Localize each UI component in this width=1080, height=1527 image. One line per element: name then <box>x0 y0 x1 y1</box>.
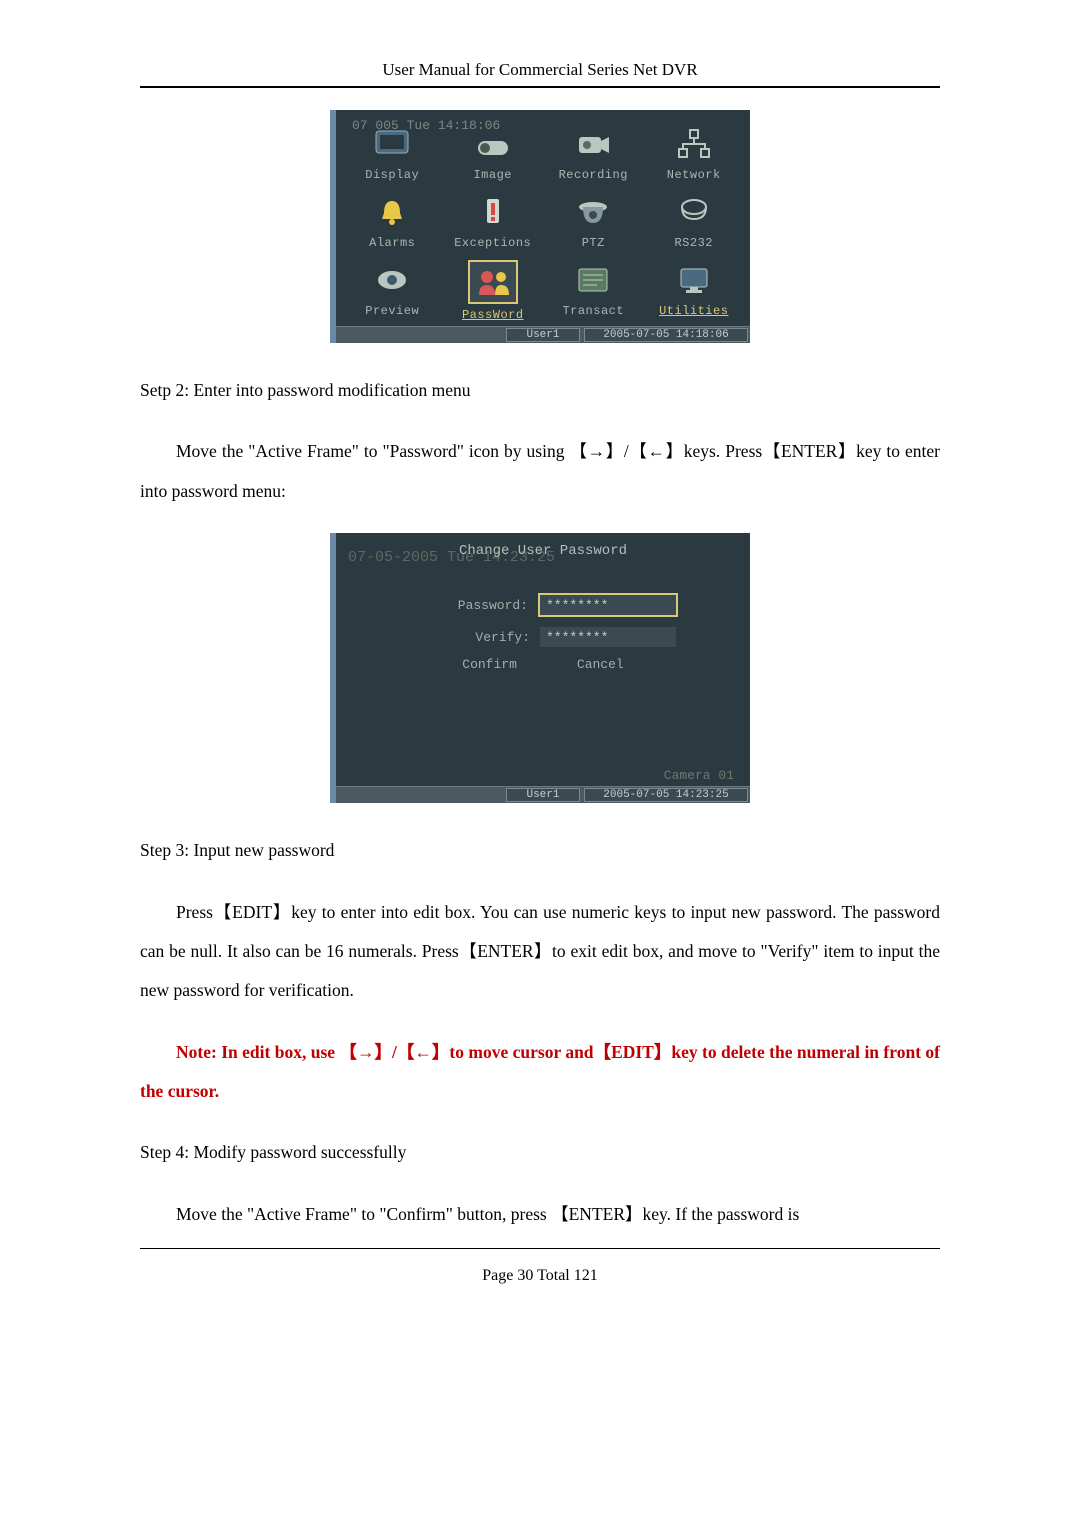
menu-label: Network <box>646 168 743 182</box>
menu-alarms[interactable]: Alarms <box>342 186 443 254</box>
step3-text: Press【EDIT】key to enter into edit box. Y… <box>140 893 940 1011</box>
step2-text: Move the "Active Frame" to "Password" ic… <box>140 432 940 511</box>
footer-page-num: 30 <box>517 1267 533 1284</box>
user-pass-icon <box>468 260 518 304</box>
status-user: User1 <box>506 328 580 342</box>
warning-icon <box>470 192 516 232</box>
menu-label: Preview <box>344 304 441 318</box>
step3-title: Step 3: Input new password <box>140 831 940 870</box>
menu-label: Alarms <box>344 236 441 250</box>
step4-title: Step 4: Modify password successfully <box>140 1133 940 1172</box>
menu-label: Utilities <box>646 304 743 318</box>
camcorder-icon <box>570 124 616 164</box>
verify-label: Verify: <box>410 630 530 645</box>
menu-preview[interactable]: Preview <box>342 254 443 326</box>
password-label: Password: <box>408 598 528 613</box>
menu-label: Recording <box>545 168 642 182</box>
status-timestamp: 2005-07-05 14:18:06 <box>584 328 748 342</box>
bell-icon <box>369 192 415 232</box>
confirm-button[interactable]: Confirm <box>462 657 517 672</box>
eye-icon <box>369 260 415 300</box>
status-timestamp: 2005-07-05 14:23:25 <box>584 788 748 802</box>
image-icon <box>470 124 516 164</box>
menu-label: Transact <box>545 304 642 318</box>
footer-rule <box>140 1248 940 1249</box>
menu-recording[interactable]: Recording <box>543 118 644 186</box>
menu-label-selected: PassWord <box>445 308 542 322</box>
menu-utilities[interactable]: Utilities <box>644 254 745 326</box>
menu-label: Display <box>344 168 441 182</box>
menu-label: RS232 <box>646 236 743 250</box>
dome-icon <box>570 192 616 232</box>
menu-grid: Display Image Recording Network <box>336 110 750 326</box>
dialog-title: Change User Password <box>336 543 750 559</box>
menu-password[interactable]: PassWord <box>443 254 544 326</box>
menu-image[interactable]: Image <box>443 118 544 186</box>
menu-label: PTZ <box>545 236 642 250</box>
status-user: User1 <box>506 788 580 802</box>
network-icon <box>671 124 717 164</box>
document-page: User Manual for Commercial Series Net DV… <box>140 0 940 1325</box>
menu-network[interactable]: Network <box>644 118 745 186</box>
menu-exceptions[interactable]: Exceptions <box>443 186 544 254</box>
menu-ptz[interactable]: PTZ <box>543 186 644 254</box>
cancel-button[interactable]: Cancel <box>577 657 624 672</box>
menu-label: Exceptions <box>445 236 542 250</box>
dvr-password-screenshot: 07-05-2005 Tue 14:23:25 Change User Pass… <box>330 533 750 803</box>
step2-title: Setp 2: Enter into password modification… <box>140 371 940 410</box>
transact-icon <box>570 260 616 300</box>
menu-rs232[interactable]: RS232 <box>644 186 745 254</box>
page-header: User Manual for Commercial Series Net DV… <box>140 60 940 80</box>
menu-label: Image <box>445 168 542 182</box>
monitor-icon <box>671 260 717 300</box>
step3-note: Note: In edit box, use 【→】/【←】to move cu… <box>140 1033 940 1112</box>
status-bar: User1 2005-07-05 14:23:25 <box>336 786 750 803</box>
dvr-main-menu-screenshot: 07 005 Tue 14:18:06 Display Image Record… <box>330 110 750 343</box>
password-input[interactable]: ******** <box>538 593 678 617</box>
display-icon <box>369 124 415 164</box>
camera-label: Camera 01 <box>664 768 734 783</box>
status-bar: User1 2005-07-05 14:18:06 <box>336 326 750 343</box>
footer-page-total: 121 <box>574 1267 598 1284</box>
verify-input[interactable]: ******** <box>540 627 676 647</box>
footer-total-prefix: Total <box>533 1267 573 1284</box>
page-footer: Page 30 Total 121 <box>140 1267 940 1285</box>
footer-page-prefix: Page <box>482 1267 517 1284</box>
header-rule <box>140 86 940 88</box>
menu-transact[interactable]: Transact <box>543 254 644 326</box>
serial-icon <box>671 192 717 232</box>
step4-text: Move the "Active Frame" to "Confirm" but… <box>140 1195 940 1234</box>
menu-display[interactable]: Display <box>342 118 443 186</box>
